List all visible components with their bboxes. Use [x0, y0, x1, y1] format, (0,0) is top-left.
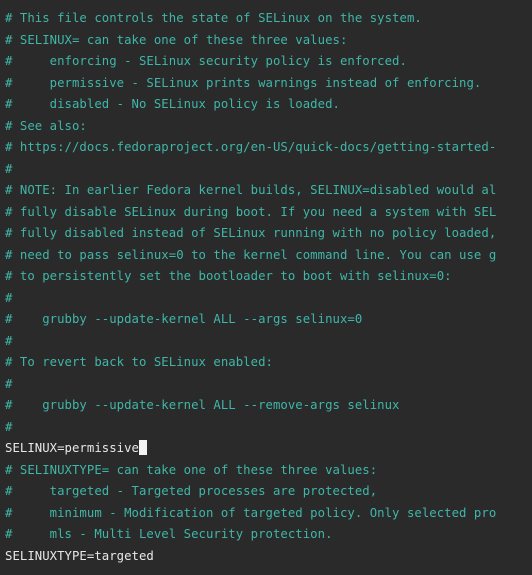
- config-line[interactable]: # SELINUX= can take one of these three v…: [5, 30, 532, 52]
- config-line[interactable]: SELINUXTYPE=targeted: [5, 546, 532, 568]
- config-line[interactable]: # grubby --update-kernel ALL --remove-ar…: [5, 395, 532, 417]
- config-line[interactable]: # SELINUXTYPE= can take one of these thr…: [5, 460, 532, 482]
- text-cursor: [138, 440, 147, 455]
- config-line[interactable]: #: [5, 374, 532, 396]
- config-line[interactable]: # mls - Multi Level Security protection.: [5, 524, 532, 546]
- terminal-editor[interactable]: # This file controls the state of SELinu…: [0, 0, 532, 575]
- config-line[interactable]: # permissive - SELinux prints warnings i…: [5, 73, 532, 95]
- config-line[interactable]: # See also:: [5, 116, 532, 138]
- config-line[interactable]: # To revert back to SELinux enabled:: [5, 352, 532, 374]
- config-line[interactable]: # fully disable SELinux during boot. If …: [5, 202, 532, 224]
- config-line[interactable]: # NOTE: In earlier Fedora kernel builds,…: [5, 180, 532, 202]
- config-line[interactable]: # need to pass selinux=0 to the kernel c…: [5, 245, 532, 267]
- config-line[interactable]: #: [5, 417, 532, 439]
- config-line[interactable]: #: [5, 159, 532, 181]
- config-line[interactable]: # to persistently set the bootloader to …: [5, 266, 532, 288]
- config-line[interactable]: #: [5, 331, 532, 353]
- config-line[interactable]: # minimum - Modification of targeted pol…: [5, 503, 532, 525]
- config-line[interactable]: # disabled - No SELinux policy is loaded…: [5, 94, 532, 116]
- config-line[interactable]: #: [5, 288, 532, 310]
- file-content[interactable]: # This file controls the state of SELinu…: [5, 8, 532, 567]
- config-line[interactable]: # grubby --update-kernel ALL --args seli…: [5, 309, 532, 331]
- config-line[interactable]: # targeted - Targeted processes are prot…: [5, 481, 532, 503]
- config-line[interactable]: SELINUX=permissive: [5, 438, 532, 460]
- config-line[interactable]: # fully disabled instead of SELinux runn…: [5, 223, 532, 245]
- config-line[interactable]: # This file controls the state of SELinu…: [5, 8, 532, 30]
- config-line[interactable]: # https://docs.fedoraproject.org/en-US/q…: [5, 137, 532, 159]
- config-line[interactable]: # enforcing - SELinux security policy is…: [5, 51, 532, 73]
